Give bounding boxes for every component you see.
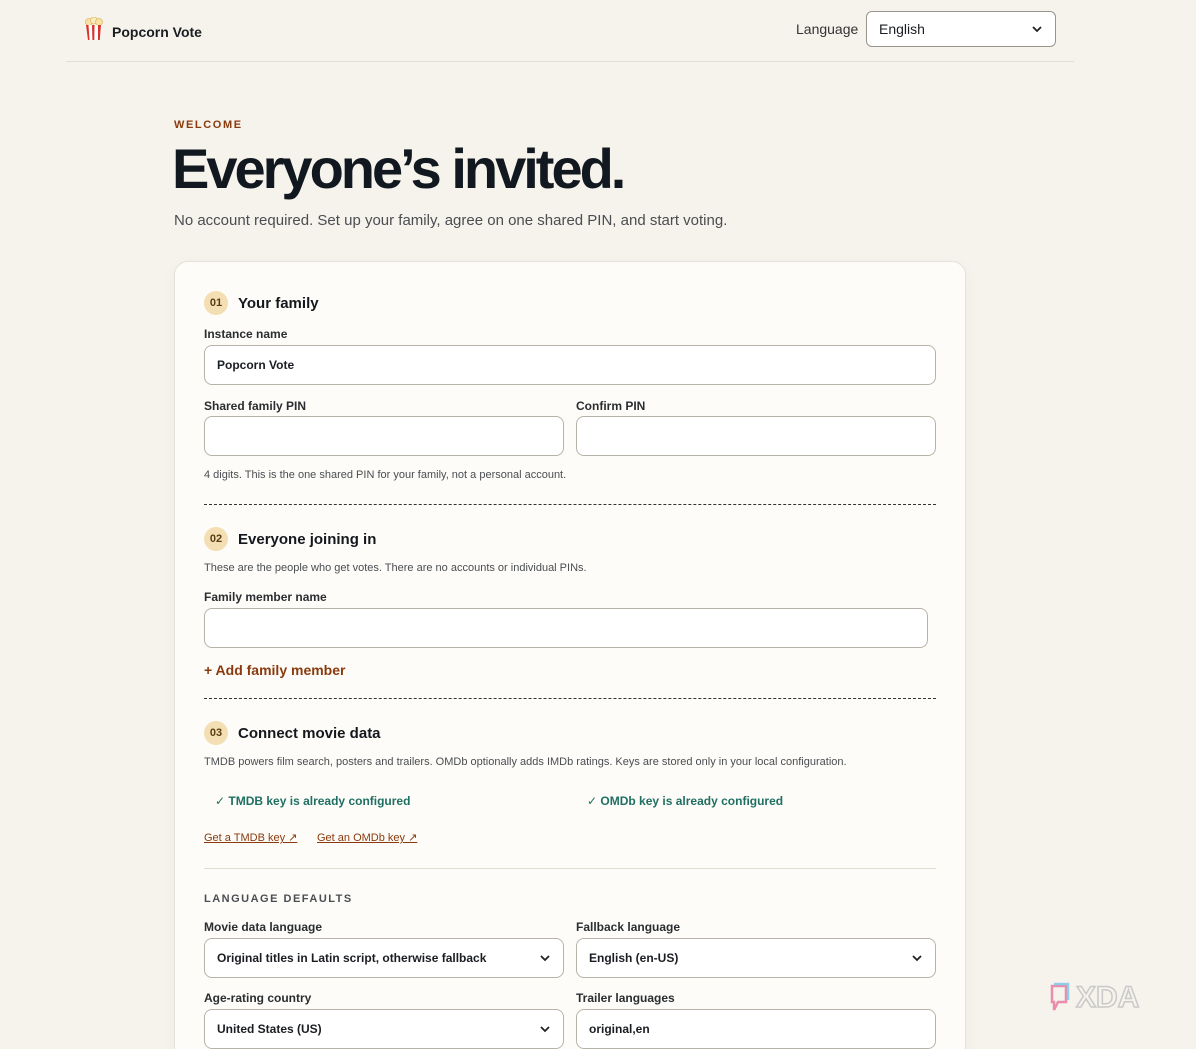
- section-title: Connect movie data: [238, 724, 381, 742]
- section-divider: [204, 868, 936, 869]
- age-rating-value: United States (US): [217, 1022, 322, 1036]
- setup-card: 01 Your family Instance name Popcorn Vot…: [174, 261, 966, 1049]
- xda-text: XDA: [1076, 981, 1139, 1014]
- language-select-value: English: [879, 21, 925, 37]
- get-omdb-key-link[interactable]: Get an OMDb key ↗: [317, 831, 417, 844]
- language-defaults-heading: LANGUAGE DEFAULTS: [204, 893, 353, 905]
- movie-data-description: TMDB powers film search, posters and tra…: [204, 756, 847, 768]
- brand-name: Popcorn Vote: [112, 23, 202, 40]
- chevron-down-icon: [540, 1026, 550, 1033]
- shared-pin-input[interactable]: [204, 416, 564, 456]
- omdb-status: ✓ OMDb key is already configured: [587, 794, 784, 808]
- section-everyone-header: 02 Everyone joining in: [204, 527, 376, 551]
- fallback-language-select[interactable]: English (en-US): [576, 938, 936, 978]
- page-subtitle: No account required. Set up your family,…: [174, 212, 728, 229]
- trailer-languages-label: Trailer languages: [576, 991, 675, 1005]
- chevron-down-icon: [1032, 26, 1042, 33]
- movie-language-value: Original titles in Latin script, otherwi…: [217, 951, 487, 965]
- section-divider: [204, 698, 936, 699]
- welcome-eyebrow: WELCOME: [174, 119, 243, 131]
- instance-name-value: Popcorn Vote: [217, 358, 295, 372]
- top-bar: Popcorn Vote Language English: [66, 0, 1074, 62]
- fallback-language-value: English (en-US): [589, 951, 679, 965]
- step-badge: 01: [204, 291, 228, 315]
- chevron-down-icon: [540, 955, 550, 962]
- popcorn-icon: [84, 16, 104, 46]
- trailer-languages-value: original,en: [589, 1022, 650, 1036]
- movie-language-label: Movie data language: [204, 920, 323, 934]
- language-label: Language: [796, 21, 859, 37]
- step-badge: 03: [204, 721, 228, 745]
- section-title: Everyone joining in: [238, 530, 377, 548]
- instance-name-label: Instance name: [204, 327, 288, 341]
- fallback-language-label: Fallback language: [576, 920, 681, 934]
- everyone-description: These are the people who get votes. Ther…: [204, 562, 587, 574]
- trailer-languages-input[interactable]: original,en: [576, 1009, 936, 1049]
- section-your-family-header: 01 Your family: [204, 291, 319, 315]
- xda-watermark: XDA: [1048, 980, 1166, 1025]
- instance-name-input[interactable]: Popcorn Vote: [204, 345, 936, 385]
- confirm-pin-label: Confirm PIN: [576, 399, 646, 413]
- shared-pin-label: Shared family PIN: [204, 399, 307, 413]
- age-rating-select[interactable]: United States (US): [204, 1009, 564, 1049]
- tmdb-status: ✓ TMDB key is already configured: [215, 794, 411, 808]
- section-movie-data-header: 03 Connect movie data: [204, 721, 381, 745]
- add-family-member-button[interactable]: + Add family member: [204, 662, 345, 678]
- family-member-input[interactable]: [204, 608, 928, 648]
- confirm-pin-input[interactable]: [576, 416, 936, 456]
- age-rating-label: Age-rating country: [204, 991, 312, 1005]
- page-title: Everyone’s invited.: [172, 137, 626, 200]
- step-badge: 02: [204, 527, 228, 551]
- language-select[interactable]: English: [866, 11, 1056, 47]
- pin-hint: 4 digits. This is the one shared PIN for…: [204, 469, 567, 481]
- section-title: Your family: [238, 294, 319, 312]
- movie-language-select[interactable]: Original titles in Latin script, otherwi…: [204, 938, 564, 978]
- section-divider: [204, 504, 936, 505]
- chevron-down-icon: [912, 955, 922, 962]
- family-member-label: Family member name: [204, 590, 327, 604]
- brand[interactable]: Popcorn Vote: [84, 16, 202, 46]
- get-tmdb-key-link[interactable]: Get a TMDB key ↗: [204, 831, 297, 844]
